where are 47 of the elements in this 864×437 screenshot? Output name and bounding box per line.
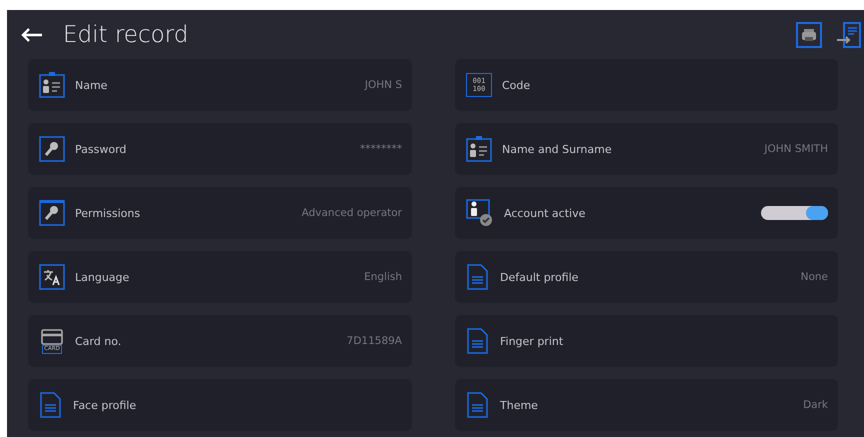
- setting-label: Finger print: [500, 334, 564, 348]
- setting-label: Default profile: [500, 270, 580, 284]
- setting-row[interactable]: Name and Surname JOHN SMITH: [455, 123, 838, 175]
- setting-label: Face profile: [73, 398, 138, 412]
- setting-row[interactable]: Name JOHN S: [28, 59, 412, 111]
- id-badge-icon: [466, 136, 492, 162]
- setting-value: JOHN S: [364, 79, 402, 91]
- print-button[interactable]: [796, 22, 822, 48]
- setting-label: Name: [75, 78, 108, 92]
- toggle-switch[interactable]: [761, 206, 828, 220]
- page-title: Edit record: [63, 22, 188, 48]
- setting-value: None: [800, 271, 828, 283]
- setting-row[interactable]: Language English: [28, 251, 412, 303]
- translate-icon: [39, 264, 65, 290]
- setting-value: ********: [360, 143, 402, 155]
- setting-row[interactable]: Account active: [455, 187, 838, 239]
- setting-label: Card no.: [75, 334, 122, 348]
- setting-label: Name and Surname: [502, 142, 613, 156]
- setting-row[interactable]: Face profile: [28, 379, 412, 431]
- user-check-icon: [466, 199, 494, 227]
- setting-value: English: [364, 271, 402, 283]
- setting-label: Account active: [504, 206, 586, 220]
- document-icon: [39, 392, 63, 418]
- setting-value: Advanced operator: [302, 207, 402, 219]
- setting-label: Password: [75, 142, 128, 156]
- setting-value: Dark: [803, 399, 828, 411]
- setting-row[interactable]: Theme Dark: [455, 379, 838, 431]
- setting-row[interactable]: Default profile None: [455, 251, 838, 303]
- document-icon: [466, 264, 490, 290]
- setting-value: 7D11589A: [346, 335, 402, 347]
- setting-label: Theme: [500, 398, 539, 412]
- back-arrow-icon: [21, 28, 43, 42]
- document-icon: [466, 392, 490, 418]
- printer-icon: [796, 22, 822, 48]
- key-icon: [39, 200, 65, 226]
- id-badge-icon: [39, 72, 65, 98]
- setting-row[interactable]: Finger print: [455, 315, 838, 367]
- export-button[interactable]: [836, 22, 862, 48]
- key-icon: [39, 136, 65, 162]
- setting-label: Code: [502, 78, 532, 92]
- document-arrow-icon: [836, 22, 862, 48]
- setting-label: Language: [75, 270, 130, 284]
- setting-label: Permissions: [75, 206, 142, 220]
- setting-row[interactable]: Permissions Advanced operator: [28, 187, 412, 239]
- setting-row[interactable]: Password ********: [28, 123, 412, 175]
- setting-value: JOHN SMITH: [764, 143, 828, 155]
- document-icon: [466, 328, 490, 354]
